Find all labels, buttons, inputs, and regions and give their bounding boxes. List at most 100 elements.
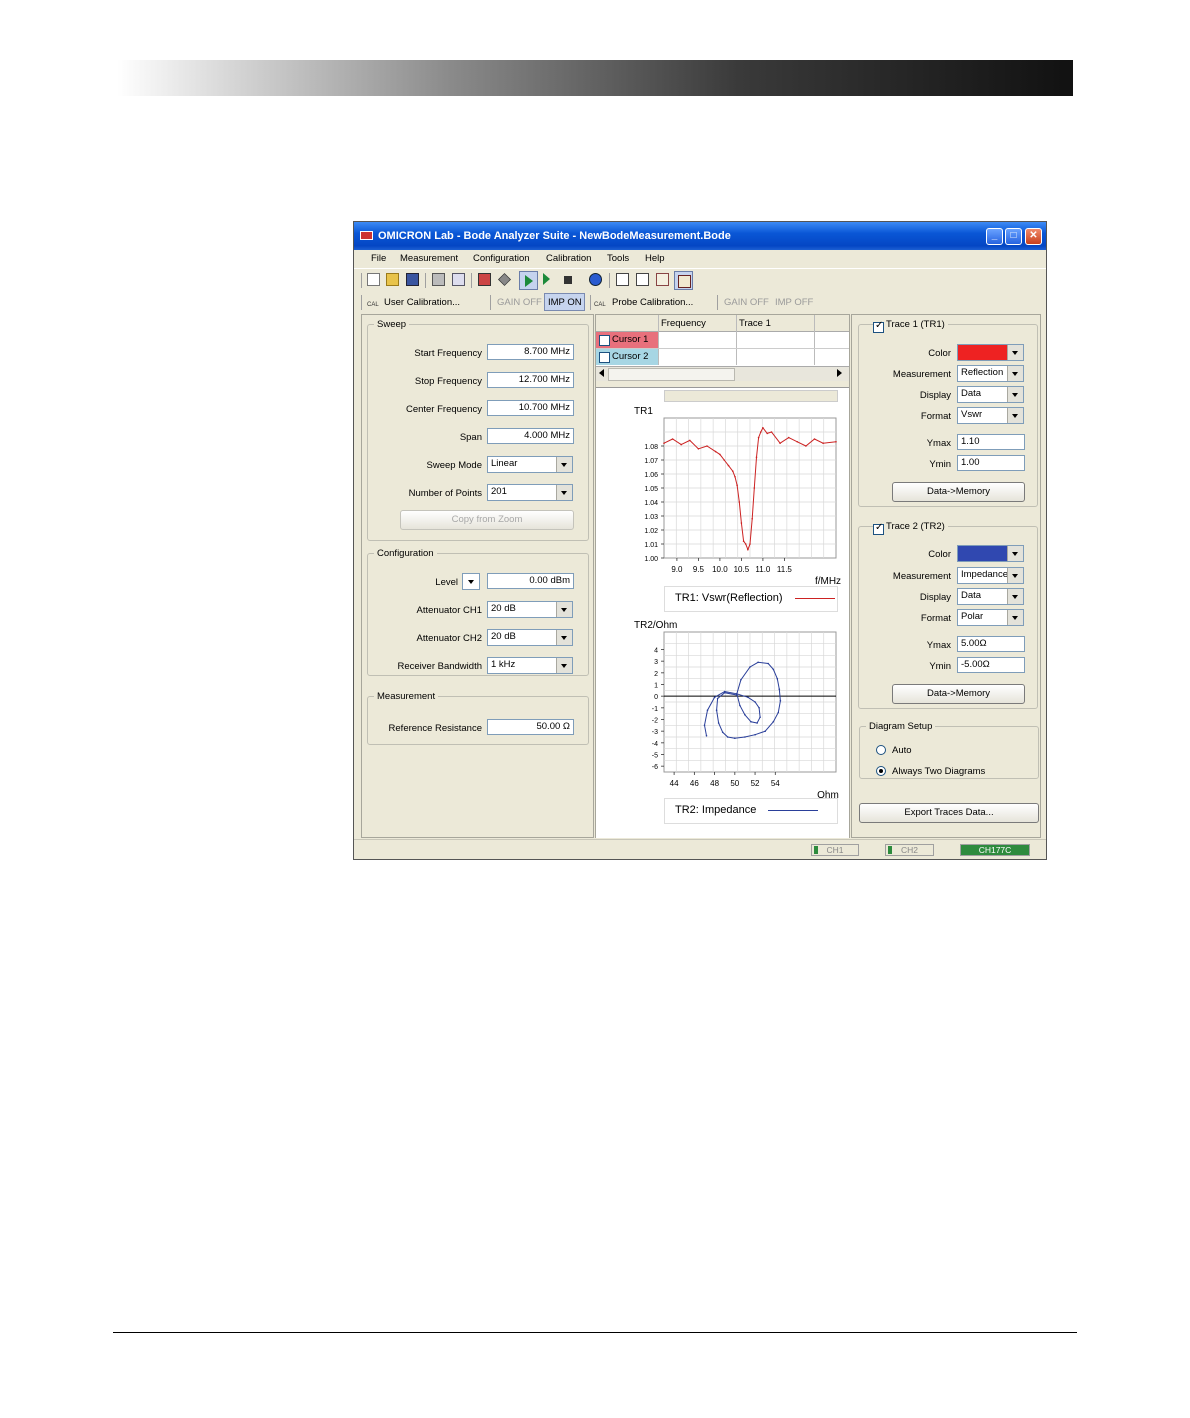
frequency-column-header[interactable]: Frequency [661, 318, 706, 329]
open-folder-icon[interactable] [386, 273, 399, 286]
cursor2-row-label[interactable]: Cursor 2 [596, 349, 658, 365]
tr2-data-point [776, 677, 779, 680]
trace2-color-select[interactable] [957, 545, 1024, 562]
menu-calibration[interactable]: Calibration [546, 253, 591, 264]
ch1-label: CH1 [826, 845, 844, 855]
copy-from-zoom-button[interactable]: Copy from Zoom [400, 510, 574, 530]
play-button[interactable] [519, 271, 538, 290]
trace2-data-memory-button[interactable]: Data->Memory [892, 684, 1025, 704]
tr1-xtick-label: 11.5 [777, 565, 793, 574]
stop-icon[interactable] [564, 276, 572, 284]
trace1-display-select[interactable]: Data [957, 386, 1024, 403]
tr1-data-point [742, 540, 745, 542]
level-unit-select[interactable] [462, 573, 480, 590]
wrench-icon[interactable] [498, 273, 511, 286]
layout-button[interactable] [674, 271, 693, 290]
trace1-format-select[interactable]: Vswr [957, 407, 1024, 424]
start-frequency-field[interactable]: 8.700 MHz [487, 344, 574, 360]
menu-tools[interactable]: Tools [607, 253, 629, 264]
zoom-bar[interactable] [664, 390, 838, 402]
new-file-icon[interactable] [367, 273, 380, 286]
tr2-data-point [721, 731, 724, 734]
receiver-bandwidth-select[interactable]: 1 kHz [487, 657, 573, 674]
tr1-data-point [738, 501, 741, 503]
auto-radio-label: Auto [892, 745, 912, 756]
play-icon [525, 275, 533, 287]
tr2-xtick-label: 44 [670, 779, 679, 788]
cursor1-checkbox[interactable] [599, 335, 610, 346]
tr2-ytick-label: 4 [654, 648, 658, 655]
trace1-data-memory-button[interactable]: Data->Memory [892, 482, 1025, 502]
row-divider [596, 348, 849, 349]
cursor-table-scrollbar[interactable] [596, 366, 849, 381]
attenuator-ch1-select[interactable]: 20 dB [487, 601, 573, 618]
menu-file[interactable]: File [371, 253, 386, 264]
cursor2-checkbox[interactable] [599, 352, 610, 363]
attenuator-ch2-select[interactable]: 20 dB [487, 629, 573, 646]
trace2-measurement-select[interactable]: Impedance [957, 567, 1024, 584]
tr2-legend-text: TR2: Impedance [675, 804, 757, 816]
trace2-measurement-value: Impedance [961, 569, 1009, 580]
trace2-ymax-field[interactable]: 5.00Ω [957, 636, 1025, 652]
trace2-checkbox[interactable] [873, 522, 884, 535]
trace1-measurement-select[interactable]: Reflection [957, 365, 1024, 382]
connect-icon[interactable] [478, 273, 491, 286]
menu-measurement[interactable]: Measurement [400, 253, 458, 264]
probe-calibration-button[interactable]: Probe Calibration... [612, 297, 693, 308]
sweep-mode-select[interactable]: Linear [487, 456, 573, 473]
user-gain-off-button[interactable]: GAIN OFF [497, 297, 542, 308]
trace1-color-select[interactable] [957, 344, 1024, 361]
trace1-ymin-field[interactable]: 1.00 [957, 455, 1025, 471]
trace1-checkbox[interactable] [873, 320, 884, 333]
trace1-ymax-label: Ymax [926, 438, 951, 449]
probe-imp-off-button[interactable]: IMP OFF [775, 297, 813, 308]
print-icon[interactable] [432, 273, 445, 286]
chart-icon[interactable] [656, 273, 669, 286]
user-calibration-button[interactable]: User Calibration... [384, 297, 460, 308]
help-icon[interactable] [589, 273, 602, 286]
scroll-right-icon[interactable] [837, 369, 842, 377]
menu-help[interactable]: Help [645, 253, 665, 264]
tr1-data-point [706, 445, 708, 447]
span-field[interactable]: 4.000 MHz [487, 428, 574, 444]
reference-resistance-field[interactable]: 50.00 Ω [487, 719, 574, 735]
auto-radio[interactable] [876, 745, 886, 755]
tr2-ytick-label: -4 [652, 741, 658, 748]
tr2-chart[interactable]: 43210-1-2-3-4-5-644 46 48 50 52 54TR2/OhmOhm [596, 618, 846, 808]
print-preview-icon[interactable] [452, 273, 465, 286]
scroll-left-icon[interactable] [599, 369, 604, 377]
tr2-data-point [744, 714, 746, 716]
number-of-points-select[interactable]: 201 [487, 484, 573, 501]
title-bar[interactable]: OMICRON Lab - Bode Analyzer Suite - NewB… [354, 222, 1046, 250]
trace2-format-select[interactable]: Polar [957, 609, 1024, 626]
menu-configuration[interactable]: Configuration [473, 253, 530, 264]
export-traces-button[interactable]: Export Traces Data... [859, 803, 1039, 823]
scrollbar-thumb[interactable] [608, 368, 735, 381]
trace1-display-value: Data [961, 388, 982, 399]
cursor1-row-label[interactable]: Cursor 1 [596, 332, 658, 348]
trace2-measurement-label: Measurement [892, 571, 951, 582]
maximize-button[interactable]: □ [1005, 228, 1022, 245]
probe-cal-icon: CAL [594, 302, 606, 308]
chevron-down-icon [556, 658, 572, 673]
minimize-button[interactable]: _ [986, 228, 1003, 245]
center-frequency-field[interactable]: 10.700 MHz [487, 400, 574, 416]
two-diagrams-icon[interactable] [636, 273, 649, 286]
trace1-column-header[interactable]: Trace 1 [739, 318, 771, 329]
single-diagram-icon[interactable] [616, 273, 629, 286]
level-label: Level [435, 577, 458, 588]
trace2-ymin-field[interactable]: -5.00Ω [957, 657, 1025, 673]
level-field[interactable]: 0.00 dBm [487, 573, 574, 589]
tr1-data-point [719, 453, 721, 456]
trace1-ymax-field[interactable]: 1.10 [957, 434, 1025, 450]
stop-frequency-field[interactable]: 12.700 MHz [487, 372, 574, 388]
close-button[interactable]: ✕ [1025, 228, 1042, 245]
page-header-band [117, 60, 1073, 96]
save-icon[interactable] [406, 273, 419, 286]
imp-on-toggle[interactable]: IMP ON [544, 293, 585, 311]
tr2-data-point [778, 688, 781, 690]
trace2-display-select[interactable]: Data [957, 588, 1024, 605]
single-sweep-icon[interactable] [543, 273, 550, 285]
two-diagrams-radio[interactable] [876, 766, 886, 776]
probe-gain-off-button[interactable]: GAIN OFF [724, 297, 769, 308]
